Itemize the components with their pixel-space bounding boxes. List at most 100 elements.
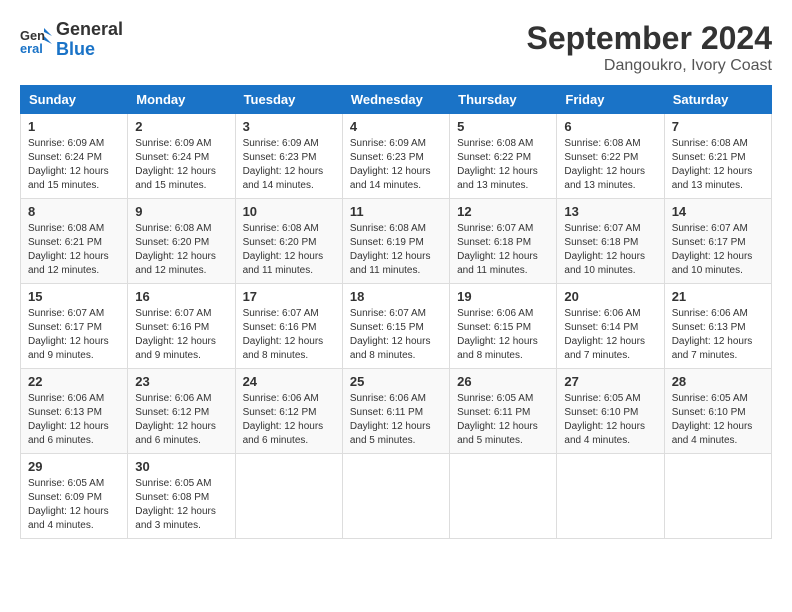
calendar-day-cell: 11 Sunrise: 6:08 AM Sunset: 6:19 PM Dayl… [342, 199, 449, 284]
calendar-week-row: 1 Sunrise: 6:09 AM Sunset: 6:24 PM Dayli… [21, 114, 772, 199]
day-number: 13 [564, 204, 656, 219]
title-block: September 2024 Dangoukro, Ivory Coast [527, 20, 772, 75]
day-info: Sunrise: 6:08 AM Sunset: 6:19 PM Dayligh… [350, 222, 442, 278]
day-info: Sunrise: 6:06 AM Sunset: 6:13 PM Dayligh… [672, 307, 764, 363]
day-info: Sunrise: 6:06 AM Sunset: 6:14 PM Dayligh… [564, 307, 656, 363]
day-number: 29 [28, 459, 120, 474]
calendar-empty-cell [342, 454, 449, 539]
calendar-empty-cell [235, 454, 342, 539]
calendar-day-cell: 10 Sunrise: 6:08 AM Sunset: 6:20 PM Dayl… [235, 199, 342, 284]
logo-icon: Gen eral [20, 24, 52, 56]
calendar-day-cell: 19 Sunrise: 6:06 AM Sunset: 6:15 PM Dayl… [450, 284, 557, 369]
day-info: Sunrise: 6:07 AM Sunset: 6:17 PM Dayligh… [28, 307, 120, 363]
calendar-day-cell: 13 Sunrise: 6:07 AM Sunset: 6:18 PM Dayl… [557, 199, 664, 284]
day-number: 4 [350, 119, 442, 134]
day-info: Sunrise: 6:05 AM Sunset: 6:11 PM Dayligh… [457, 392, 549, 448]
day-info: Sunrise: 6:05 AM Sunset: 6:08 PM Dayligh… [135, 477, 227, 533]
logo-line1: General [56, 20, 123, 40]
day-number: 27 [564, 374, 656, 389]
calendar-empty-cell [450, 454, 557, 539]
calendar-day-cell: 7 Sunrise: 6:08 AM Sunset: 6:21 PM Dayli… [664, 114, 771, 199]
day-number: 23 [135, 374, 227, 389]
calendar-header-row: SundayMondayTuesdayWednesdayThursdayFrid… [21, 86, 772, 114]
day-info: Sunrise: 6:08 AM Sunset: 6:22 PM Dayligh… [564, 137, 656, 193]
calendar-day-header: Wednesday [342, 86, 449, 114]
calendar-table: SundayMondayTuesdayWednesdayThursdayFrid… [20, 85, 772, 539]
calendar-day-header: Monday [128, 86, 235, 114]
calendar-day-cell: 27 Sunrise: 6:05 AM Sunset: 6:10 PM Dayl… [557, 369, 664, 454]
calendar-week-row: 29 Sunrise: 6:05 AM Sunset: 6:09 PM Dayl… [21, 454, 772, 539]
calendar-day-cell: 14 Sunrise: 6:07 AM Sunset: 6:17 PM Dayl… [664, 199, 771, 284]
calendar-day-cell: 21 Sunrise: 6:06 AM Sunset: 6:13 PM Dayl… [664, 284, 771, 369]
day-info: Sunrise: 6:07 AM Sunset: 6:17 PM Dayligh… [672, 222, 764, 278]
calendar-day-cell: 30 Sunrise: 6:05 AM Sunset: 6:08 PM Dayl… [128, 454, 235, 539]
calendar-day-cell: 3 Sunrise: 6:09 AM Sunset: 6:23 PM Dayli… [235, 114, 342, 199]
day-number: 16 [135, 289, 227, 304]
day-number: 24 [243, 374, 335, 389]
day-info: Sunrise: 6:06 AM Sunset: 6:15 PM Dayligh… [457, 307, 549, 363]
logo: Gen eral General Blue [20, 20, 123, 60]
calendar-day-cell: 9 Sunrise: 6:08 AM Sunset: 6:20 PM Dayli… [128, 199, 235, 284]
day-info: Sunrise: 6:05 AM Sunset: 6:10 PM Dayligh… [672, 392, 764, 448]
day-info: Sunrise: 6:06 AM Sunset: 6:11 PM Dayligh… [350, 392, 442, 448]
day-number: 17 [243, 289, 335, 304]
day-info: Sunrise: 6:06 AM Sunset: 6:13 PM Dayligh… [28, 392, 120, 448]
logo-text: General Blue [56, 20, 123, 60]
day-number: 14 [672, 204, 764, 219]
calendar-week-row: 8 Sunrise: 6:08 AM Sunset: 6:21 PM Dayli… [21, 199, 772, 284]
day-number: 25 [350, 374, 442, 389]
day-info: Sunrise: 6:07 AM Sunset: 6:18 PM Dayligh… [457, 222, 549, 278]
calendar-day-cell: 5 Sunrise: 6:08 AM Sunset: 6:22 PM Dayli… [450, 114, 557, 199]
day-info: Sunrise: 6:06 AM Sunset: 6:12 PM Dayligh… [135, 392, 227, 448]
calendar-day-header: Friday [557, 86, 664, 114]
day-info: Sunrise: 6:05 AM Sunset: 6:10 PM Dayligh… [564, 392, 656, 448]
calendar-day-cell: 1 Sunrise: 6:09 AM Sunset: 6:24 PM Dayli… [21, 114, 128, 199]
logo-line2: Blue [56, 40, 123, 60]
day-number: 26 [457, 374, 549, 389]
calendar-day-cell: 2 Sunrise: 6:09 AM Sunset: 6:24 PM Dayli… [128, 114, 235, 199]
calendar-day-cell: 26 Sunrise: 6:05 AM Sunset: 6:11 PM Dayl… [450, 369, 557, 454]
day-info: Sunrise: 6:08 AM Sunset: 6:21 PM Dayligh… [28, 222, 120, 278]
page-title: September 2024 [527, 20, 772, 57]
day-info: Sunrise: 6:09 AM Sunset: 6:23 PM Dayligh… [243, 137, 335, 193]
day-number: 10 [243, 204, 335, 219]
page-subtitle: Dangoukro, Ivory Coast [527, 57, 772, 75]
calendar-day-cell: 25 Sunrise: 6:06 AM Sunset: 6:11 PM Dayl… [342, 369, 449, 454]
day-number: 9 [135, 204, 227, 219]
calendar-day-cell: 6 Sunrise: 6:08 AM Sunset: 6:22 PM Dayli… [557, 114, 664, 199]
day-info: Sunrise: 6:07 AM Sunset: 6:18 PM Dayligh… [564, 222, 656, 278]
day-number: 22 [28, 374, 120, 389]
day-number: 12 [457, 204, 549, 219]
calendar-empty-cell [557, 454, 664, 539]
day-number: 20 [564, 289, 656, 304]
calendar-day-header: Thursday [450, 86, 557, 114]
calendar-day-cell: 12 Sunrise: 6:07 AM Sunset: 6:18 PM Dayl… [450, 199, 557, 284]
day-info: Sunrise: 6:07 AM Sunset: 6:16 PM Dayligh… [135, 307, 227, 363]
svg-text:eral: eral [20, 41, 43, 56]
day-number: 3 [243, 119, 335, 134]
calendar-day-cell: 24 Sunrise: 6:06 AM Sunset: 6:12 PM Dayl… [235, 369, 342, 454]
day-info: Sunrise: 6:09 AM Sunset: 6:24 PM Dayligh… [135, 137, 227, 193]
day-info: Sunrise: 6:07 AM Sunset: 6:15 PM Dayligh… [350, 307, 442, 363]
calendar-day-header: Sunday [21, 86, 128, 114]
day-info: Sunrise: 6:08 AM Sunset: 6:21 PM Dayligh… [672, 137, 764, 193]
day-info: Sunrise: 6:09 AM Sunset: 6:23 PM Dayligh… [350, 137, 442, 193]
page-header: Gen eral General Blue September 2024 Dan… [20, 20, 772, 75]
day-number: 28 [672, 374, 764, 389]
calendar-empty-cell [664, 454, 771, 539]
calendar-day-cell: 20 Sunrise: 6:06 AM Sunset: 6:14 PM Dayl… [557, 284, 664, 369]
day-info: Sunrise: 6:08 AM Sunset: 6:20 PM Dayligh… [135, 222, 227, 278]
day-number: 21 [672, 289, 764, 304]
day-number: 7 [672, 119, 764, 134]
calendar-day-header: Saturday [664, 86, 771, 114]
calendar-day-cell: 28 Sunrise: 6:05 AM Sunset: 6:10 PM Dayl… [664, 369, 771, 454]
calendar-day-cell: 8 Sunrise: 6:08 AM Sunset: 6:21 PM Dayli… [21, 199, 128, 284]
day-info: Sunrise: 6:06 AM Sunset: 6:12 PM Dayligh… [243, 392, 335, 448]
calendar-day-cell: 18 Sunrise: 6:07 AM Sunset: 6:15 PM Dayl… [342, 284, 449, 369]
day-number: 8 [28, 204, 120, 219]
calendar-day-cell: 17 Sunrise: 6:07 AM Sunset: 6:16 PM Dayl… [235, 284, 342, 369]
day-number: 11 [350, 204, 442, 219]
day-info: Sunrise: 6:09 AM Sunset: 6:24 PM Dayligh… [28, 137, 120, 193]
day-number: 2 [135, 119, 227, 134]
calendar-week-row: 22 Sunrise: 6:06 AM Sunset: 6:13 PM Dayl… [21, 369, 772, 454]
